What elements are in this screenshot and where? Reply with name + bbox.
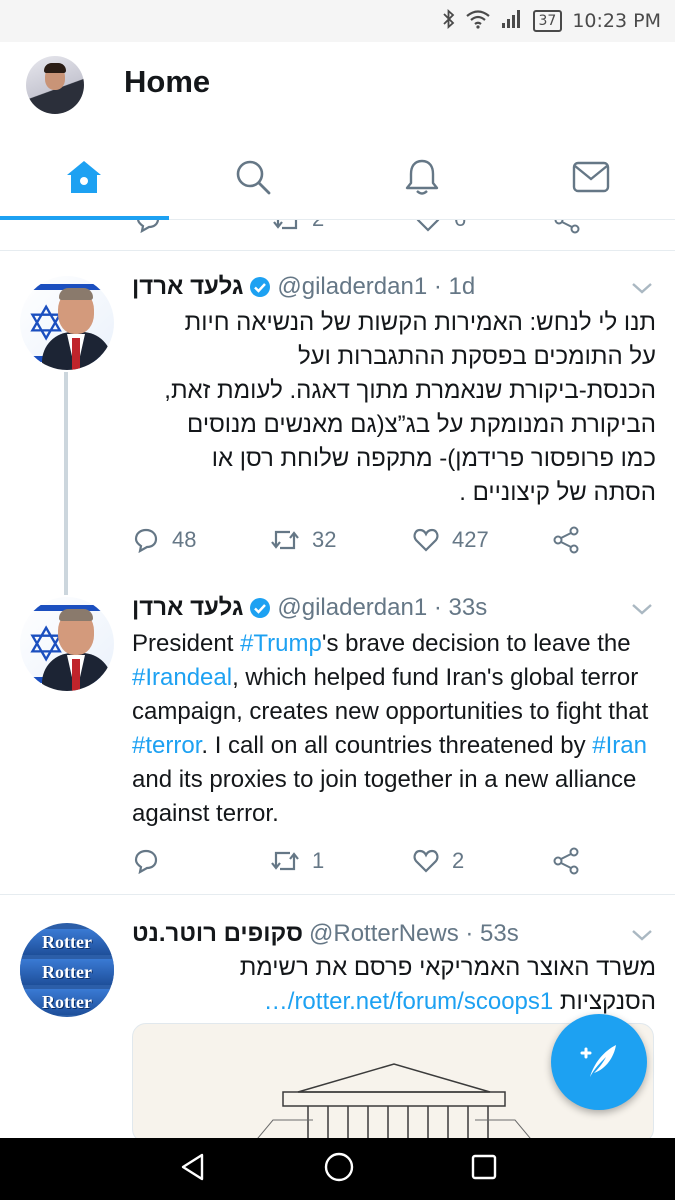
like-button[interactable]: 2 [412, 841, 464, 881]
search-icon [234, 158, 272, 200]
retweet-button[interactable]: 1 [270, 841, 324, 881]
retweet-icon [271, 530, 299, 550]
reply-icon [134, 528, 158, 554]
hashtag-link[interactable]: #Iran [592, 732, 647, 759]
author-name[interactable]: גלעד ארדן [132, 273, 243, 301]
bluetooth-icon [442, 8, 455, 34]
tweet-link[interactable]: rotter.net/forum/scoops1/… [264, 988, 553, 1015]
reply-icon [134, 849, 158, 875]
share-button[interactable] [552, 520, 580, 560]
page-title: Home [124, 64, 211, 99]
tweet-actions: 48 32 427 [132, 520, 592, 560]
author-handle[interactable]: @RotterNews · 53s [309, 920, 519, 948]
status-bar: 37 10:23 PM [0, 0, 675, 42]
compose-feather-icon [576, 1037, 622, 1087]
retweet-button[interactable]: 32 [270, 520, 336, 560]
mail-icon [571, 160, 611, 198]
home-circle-icon[interactable] [323, 1151, 355, 1187]
author-avatar[interactable]: ✡ [20, 276, 114, 370]
tweet[interactable]: ✡ גלעד ארדן @giladerdan1 · 33s President… [0, 593, 675, 895]
retweet-count[interactable]: 2 [272, 220, 324, 234]
tweet-actions: 1 2 [132, 841, 592, 881]
battery-indicator: 37 [532, 10, 563, 32]
previous-tweet-actions: 2 6 [0, 220, 675, 251]
verified-badge-icon [249, 597, 271, 619]
tweet-text: תנו לי לנחש: האמירות הקשות של הנשיאה חיו… [164, 309, 656, 506]
chevron-down-icon[interactable] [631, 927, 653, 946]
compose-tweet-button[interactable] [551, 1014, 647, 1110]
timeline[interactable]: 2 6 ✡ [0, 220, 675, 1138]
tweet-text: President #Trump's brave decision to lea… [132, 627, 656, 831]
author-avatar[interactable]: ✡ [20, 597, 114, 691]
like-button[interactable]: 427 [412, 520, 489, 560]
share-icon [553, 847, 579, 875]
tweet-text-segment: President [132, 630, 241, 657]
tweet-text: משרד האוצר האמריקאי פרסם את רשימת הסנקצי… [239, 954, 656, 1015]
tab-bar [0, 142, 675, 220]
app-header: Home [0, 42, 675, 220]
author-avatar[interactable]: Rotter Rotter Rotter [20, 923, 114, 1017]
tweet-header: גלעד ארדן @giladerdan1 · 1d [132, 272, 475, 302]
recent-apps-icon[interactable] [470, 1153, 498, 1185]
tweet-header: סקופים רוטר.נט @RotterNews · 53s [132, 919, 519, 949]
heart-icon [413, 528, 439, 552]
wifi-icon [465, 9, 491, 34]
tab-messages[interactable] [506, 142, 675, 216]
signal-icon [501, 9, 523, 34]
tab-notifications[interactable] [338, 142, 507, 216]
share-icon[interactable] [553, 220, 581, 238]
hashtag-link[interactable]: #Trump [240, 630, 322, 657]
tweet-text-segment: 's brave decision to leave the [321, 630, 631, 657]
back-icon[interactable] [178, 1152, 208, 1186]
share-button[interactable] [552, 841, 580, 881]
tweet[interactable]: ✡ גלעד ארדן @giladerdan1 · 1d תנו לי לנח… [0, 252, 675, 595]
author-handle[interactable]: @giladerdan1 · 1d [277, 273, 475, 301]
tweet-header: גלעד ארדן @giladerdan1 · 33s [132, 593, 487, 623]
clock: 10:23 PM [572, 10, 661, 32]
twitter-app-screen: 37 10:23 PM Home ✡ גלעד ארדן @giladerdan… [0, 0, 675, 1200]
hashtag-link[interactable]: #Irandeal [132, 664, 232, 691]
bell-icon [403, 157, 441, 201]
reply-icon[interactable] [134, 220, 162, 238]
like-count[interactable]: 6 [414, 220, 466, 234]
home-icon [64, 158, 104, 200]
tweet-text-segment: and its proxies to join together in a ne… [132, 766, 637, 827]
hashtag-link[interactable]: #terror [132, 732, 201, 759]
heart-icon [413, 849, 439, 873]
android-nav-bar [0, 1138, 675, 1200]
tab-search[interactable] [169, 142, 338, 216]
author-name[interactable]: סקופים רוטר.נט [132, 920, 303, 948]
retweet-icon [271, 851, 299, 871]
tab-home[interactable] [0, 142, 169, 220]
reply-button[interactable] [132, 841, 172, 881]
chevron-down-icon[interactable] [631, 280, 653, 299]
profile-avatar[interactable] [26, 56, 84, 114]
chevron-down-icon[interactable] [631, 601, 653, 620]
share-icon [553, 526, 579, 554]
author-handle[interactable]: @giladerdan1 · 33s [277, 594, 487, 622]
reply-button[interactable]: 48 [132, 520, 196, 560]
verified-badge-icon [249, 276, 271, 298]
author-name[interactable]: גלעד ארדן [132, 594, 243, 622]
tweet-text-segment: . I call on all countries threatened by [201, 732, 593, 759]
